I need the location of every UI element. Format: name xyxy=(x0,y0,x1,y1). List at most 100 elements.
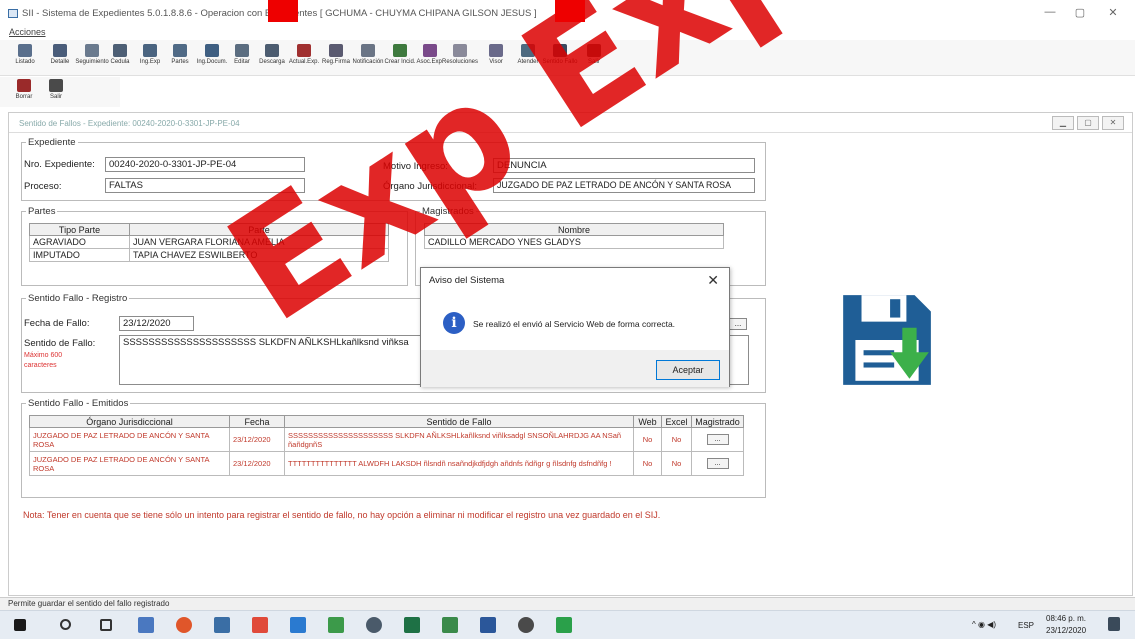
nro-expediente-field[interactable]: 00240-2020-0-3301-JP-PE-04 xyxy=(105,157,305,172)
magistrados-legend: Magistrados xyxy=(422,206,474,217)
tool-icon[interactable] xyxy=(290,617,306,633)
partes-table: Tipo Parte Parte AGRAVIADO JUAN VERGARA F… xyxy=(29,223,389,262)
fecha-fallo-field[interactable]: 23/12/2020 xyxy=(119,316,194,331)
child-title: Sentido de Fallos - Expediente: 00240-20… xyxy=(19,119,240,128)
toolbar2-salir-button[interactable]: Salir xyxy=(36,77,76,109)
col-nombre: Nombre xyxy=(424,223,724,236)
fecha-fallo-label: Fecha de Fallo: xyxy=(24,318,90,329)
col-web: Web xyxy=(633,415,662,428)
verdict-icon xyxy=(553,44,567,57)
window-titlebar: SII - Sistema de Expedientes 5.0.1.8.8.6… xyxy=(0,0,1135,26)
language-indicator[interactable]: ESP xyxy=(1018,621,1034,630)
proceso-label: Proceso: xyxy=(24,181,62,192)
minimize-button[interactable]: — xyxy=(1035,6,1065,22)
close-button[interactable]: ✕ xyxy=(1098,6,1128,22)
main-toolbar: Listado Detalle Seguimiento Cedula Ing.E… xyxy=(0,40,1135,76)
dialog-message: Se realizó el envió al Servicio Web de f… xyxy=(473,319,676,329)
clock-date[interactable]: 23/12/2020 xyxy=(1046,626,1086,635)
col-tipo-parte: Tipo Parte xyxy=(29,223,130,236)
windows-start-icon[interactable] xyxy=(14,619,26,631)
aceptar-button[interactable]: Aceptar xyxy=(656,360,720,380)
status-text: Permite guardar el sentido del fallo reg… xyxy=(8,599,170,608)
sij-app-icon[interactable] xyxy=(214,617,230,633)
child-close-button[interactable]: ✕ xyxy=(1102,116,1124,130)
dialog-title: Aviso del Sistema xyxy=(429,275,505,286)
edit-icon xyxy=(235,44,249,57)
menubar: Acciones xyxy=(0,26,1135,40)
signature-icon xyxy=(329,44,343,57)
table-row[interactable]: JUZGADO DE PAZ LETRADO DE ANCÓN Y SANTA … xyxy=(29,427,744,452)
clock-time[interactable]: 08:46 p. m. xyxy=(1046,614,1086,623)
motivo-ingreso-label: Motivo Ingreso: xyxy=(383,161,448,172)
settings-icon[interactable] xyxy=(366,617,382,633)
toolbar-resoluciones-button[interactable]: Resoluciones xyxy=(440,42,480,74)
pdf-icon[interactable] xyxy=(252,617,268,633)
partes-legend: Partes xyxy=(28,206,56,217)
attend-icon xyxy=(521,44,535,57)
app-taskbar-icon[interactable] xyxy=(138,617,154,633)
toolbar-listado-button[interactable]: Listado xyxy=(5,42,45,74)
magistrado-button[interactable]: ... xyxy=(706,434,729,445)
exit-icon xyxy=(49,79,63,92)
green-app-icon[interactable] xyxy=(328,617,344,633)
child-restore-button[interactable]: ▢ xyxy=(1077,116,1099,130)
organo-label: Órgano Jurisdiccional: xyxy=(383,181,477,192)
magistrado-button[interactable]: ... xyxy=(706,458,729,469)
app-icon xyxy=(8,9,18,18)
table-row[interactable]: CADILLO MERCADO YNES GLADYS xyxy=(424,235,724,249)
table-row[interactable]: AGRAVIADO JUAN VERGARA FLORIANA AMELIA xyxy=(29,235,389,249)
registro-more-button[interactable]: ... xyxy=(729,318,747,330)
cedula-icon xyxy=(113,44,127,57)
emitidos-legend: Sentido Fallo - Emitidos xyxy=(28,398,129,409)
viewer-icon xyxy=(489,44,503,57)
restore-button[interactable]: ▢ xyxy=(1065,6,1095,22)
notification-center-icon[interactable] xyxy=(1108,617,1120,631)
word-icon[interactable] xyxy=(480,617,496,633)
toolbar-salir-button[interactable]: Salir xyxy=(574,42,614,74)
col-sentido: Sentido de Fallo xyxy=(284,415,634,428)
magistrados-table: Nombre CADILLO MERCADO YNES GLADYS xyxy=(424,223,724,249)
child-minimize-button[interactable]: ▁ xyxy=(1052,116,1074,130)
nota-text: Nota: Tener en cuenta que se tiene sólo … xyxy=(23,510,661,520)
child-titlebar: Sentido de Fallos - Expediente: 00240-20… xyxy=(9,113,1132,133)
dollar-app-icon[interactable] xyxy=(556,617,572,633)
secondary-toolbar: Borrar Salir xyxy=(0,77,120,107)
proceso-field[interactable]: FALTAS xyxy=(105,178,305,193)
dialog-close-button[interactable]: ✕ xyxy=(707,272,719,289)
nro-expediente-label: Nro. Expediente: xyxy=(24,159,95,170)
menu-acciones[interactable]: Acciones xyxy=(9,27,46,37)
chrome-icon[interactable] xyxy=(176,617,192,633)
status-bar: Permite guardar el sentido del fallo reg… xyxy=(0,597,1135,610)
table-row[interactable]: IMPUTADO TAPIA CHAVEZ ESWILBERTO xyxy=(29,248,389,262)
task-view-icon[interactable] xyxy=(100,619,112,631)
project-icon[interactable] xyxy=(442,617,458,633)
search-icon[interactable] xyxy=(60,619,71,630)
info-icon: i xyxy=(443,312,465,334)
detail-icon xyxy=(53,44,67,57)
parties-icon xyxy=(173,44,187,57)
col-organo: Órgano Jurisdiccional xyxy=(29,415,230,428)
organo-field[interactable]: JUZGADO DE PAZ LETRADO DE ANCÓN Y SANTA … xyxy=(493,178,755,193)
motivo-ingreso-field[interactable]: DENUNCIA xyxy=(493,158,755,173)
tray-icons[interactable]: ^ ◉ ◀) xyxy=(972,620,996,629)
max-caracteres-note: Máximo 600 caracteres xyxy=(24,352,63,369)
window-title: SII - Sistema de Expedientes 5.0.1.8.8.6… xyxy=(22,8,537,19)
list-icon xyxy=(18,44,32,57)
update-icon xyxy=(297,44,311,57)
col-magistrado: Magistrado xyxy=(691,415,744,428)
excel-icon[interactable] xyxy=(404,617,420,633)
aviso-dialog: Aviso del Sistema ✕ i Se realizó el envi… xyxy=(420,267,730,387)
new-file-icon xyxy=(143,44,157,57)
document-icon xyxy=(205,44,219,57)
dialog-body: i Se realizó el envió al Servicio Web de… xyxy=(421,290,729,350)
tracking-icon xyxy=(85,44,99,57)
sentido-fallo-label: Sentido de Fallo: xyxy=(24,338,96,349)
save-download-icon xyxy=(843,295,931,385)
dialog-footer: Aceptar xyxy=(421,350,729,387)
col-fecha: Fecha xyxy=(229,415,285,428)
table-row[interactable]: JUZGADO DE PAZ LETRADO DE ANCÓN Y SANTA … xyxy=(29,451,744,476)
notification-icon xyxy=(361,44,375,57)
exit-icon xyxy=(587,44,601,57)
taskbar: ^ ◉ ◀) ESP 08:46 p. m. 23/12/2020 xyxy=(0,610,1135,639)
media-icon[interactable] xyxy=(518,617,534,633)
